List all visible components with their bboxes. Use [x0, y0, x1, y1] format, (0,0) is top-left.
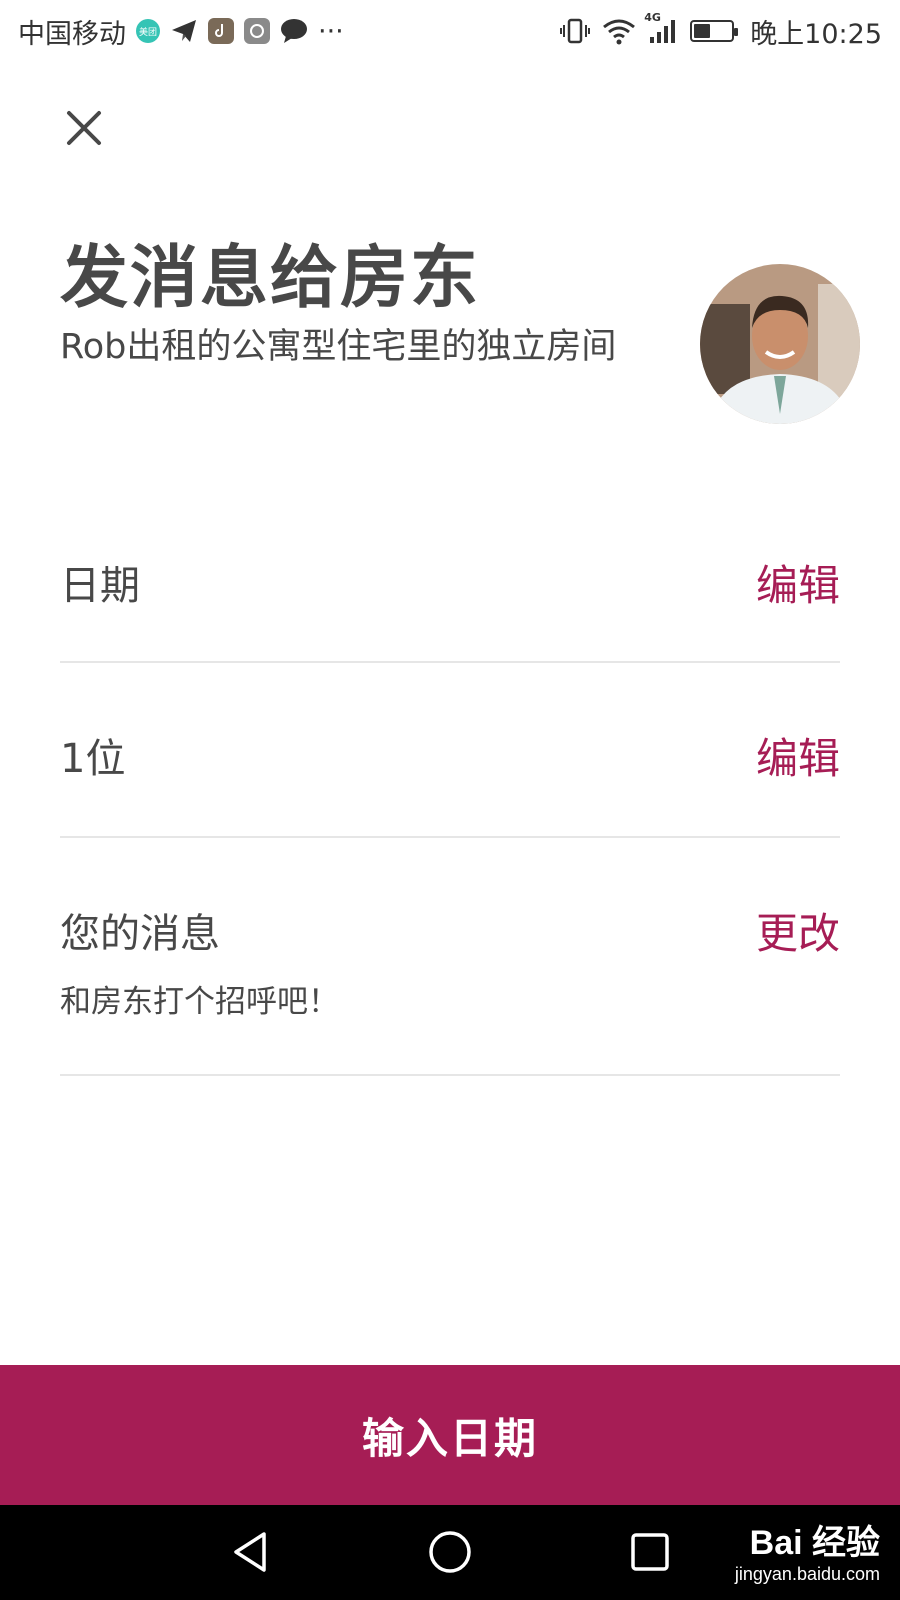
message-placeholder: 和房东打个招呼吧！ — [60, 984, 339, 1020]
dates-label: 日期 — [60, 563, 140, 609]
dates-row: 日期 编辑 — [60, 520, 840, 663]
host-avatar[interactable] — [700, 264, 860, 424]
tiktok-icon — [208, 18, 234, 44]
guests-row: 1位 编辑 — [60, 663, 840, 838]
message-label: 您的消息 — [60, 911, 220, 957]
back-button[interactable] — [225, 1527, 275, 1577]
network-type: 4G — [644, 11, 661, 24]
vibrate-icon — [560, 17, 591, 45]
edit-dates-button[interactable]: 编辑 — [756, 552, 840, 613]
recents-button[interactable] — [625, 1527, 675, 1577]
status-bar: 中国移动 美团 ··· 4G 晚上10:25 — [0, 0, 900, 62]
chat-bubble-icon — [280, 18, 308, 44]
system-nav-bar: Bai 经验 jingyan.baidu.com — [0, 1505, 900, 1600]
message-row: 您的消息 更改 和房东打个招呼吧！ — [60, 838, 840, 1076]
baidu-watermark: Bai 经验 jingyan.baidu.com — [735, 1515, 880, 1585]
carrier-name: 中国移动 — [18, 18, 126, 50]
signal-icon: 4G — [644, 11, 678, 45]
home-circle-icon — [429, 1531, 471, 1573]
close-icon — [67, 111, 101, 145]
watermark-url: jingyan.baidu.com — [734, 1564, 880, 1584]
home-button[interactable] — [425, 1527, 475, 1577]
wifi-icon — [602, 17, 636, 45]
listing-subtitle: Rob出租的公寓型住宅里的独立房间 — [60, 327, 617, 367]
battery-icon — [690, 20, 739, 42]
app-icon — [244, 18, 270, 44]
recents-square-icon — [631, 1533, 669, 1571]
clock: 晚上10:25 — [750, 18, 882, 50]
edit-guests-button[interactable]: 编辑 — [756, 725, 840, 786]
close-button[interactable] — [60, 104, 108, 152]
guests-label: 1位 — [60, 736, 126, 782]
meituan-icon: 美团 — [136, 19, 160, 43]
enter-dates-button[interactable]: 输入日期 — [0, 1365, 900, 1505]
more-notifications: ··· — [318, 15, 344, 47]
telegram-icon — [170, 18, 198, 44]
page-title: 发消息给房东 — [60, 239, 481, 318]
back-triangle-icon — [234, 1532, 266, 1572]
change-message-button[interactable]: 更改 — [756, 900, 840, 961]
watermark-main: Bai 经验 — [749, 1524, 880, 1562]
